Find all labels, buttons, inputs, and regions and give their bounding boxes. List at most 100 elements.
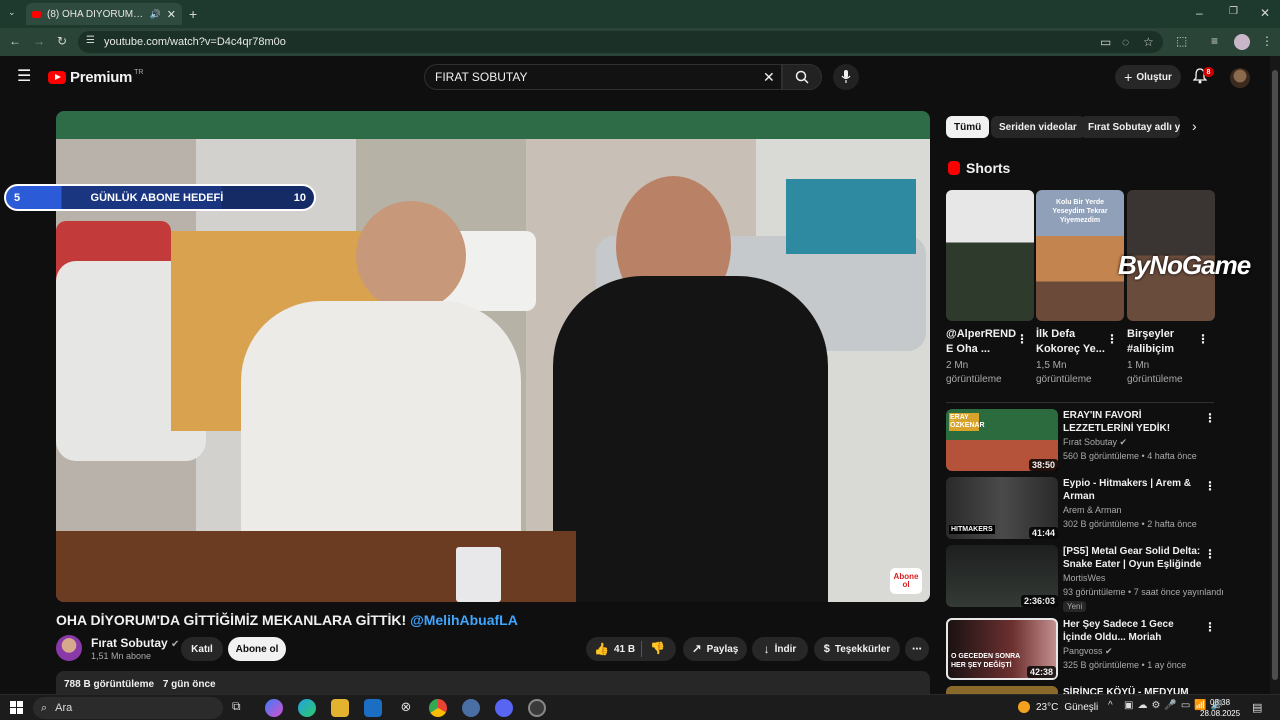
video-thumbnail[interactable]: O GECEDEN SONRA HER ŞEY DEĞİŞTİ 42:38 xyxy=(946,618,1058,680)
edge-icon[interactable] xyxy=(298,699,316,717)
recommended-video[interactable]: 2:36:03 [PS5] Metal Gear Solid Delta: Sn… xyxy=(946,545,1224,612)
tray-chevron-icon[interactable]: ^ xyxy=(1108,700,1113,711)
hamburger-menu-icon[interactable]: ☰ xyxy=(17,69,31,85)
taskbar-search[interactable]: ⌕ Ara xyxy=(33,697,223,719)
copilot-icon[interactable] xyxy=(265,699,283,717)
video-more-icon[interactable]: ⋮ xyxy=(1204,620,1216,634)
share-label: Paylaş xyxy=(706,643,739,655)
maximize-icon[interactable]: ❐ xyxy=(1229,7,1238,17)
back-arrow-icon[interactable]: ← xyxy=(9,35,21,47)
thanks-button[interactable]: $ Teşekkürler xyxy=(814,637,900,661)
download-button[interactable]: ↓ İndir xyxy=(752,637,808,661)
share-button[interactable]: ↗ Paylaş xyxy=(683,637,747,661)
video-thumbnail[interactable]: ERAY ÖZKENAR 38:50 xyxy=(946,409,1058,471)
short-title[interactable]: @AlperREND E Oha ... xyxy=(946,327,1018,357)
url-field[interactable]: ☰ youtube.com/watch?v=D4c4qr78m0o ▭ ◌ ☆ xyxy=(78,31,1163,53)
app-icon[interactable] xyxy=(462,699,480,717)
short-card[interactable]: @AlperREND E Oha ... 2 Mn görüntüleme ⋮ xyxy=(946,190,1034,385)
reload-icon[interactable]: ↻ xyxy=(57,35,67,47)
video-thumbnail[interactable]: 2:36:03 xyxy=(946,545,1058,607)
search-button[interactable] xyxy=(782,64,822,90)
chip-channel-uploads[interactable]: Fırat Sobutay adlı yük xyxy=(1080,116,1180,138)
channel-name[interactable]: Fırat Sobutay ✔ xyxy=(91,636,179,650)
taskbar-clock[interactable]: 08:38 28.08.2025 xyxy=(1200,697,1240,719)
tab-search-chevron-icon[interactable]: ⌄ xyxy=(8,8,16,17)
outlook-icon[interactable] xyxy=(364,699,382,717)
short-more-icon[interactable]: ⋮ xyxy=(1197,332,1209,346)
chip-all[interactable]: Tümü xyxy=(946,116,990,138)
short-card[interactable]: Kolu Bir Yerde Yeseydim Tekrar Yiyemezdi… xyxy=(1036,190,1124,385)
video-more-icon[interactable]: ⋮ xyxy=(1204,547,1216,561)
task-view-icon[interactable]: ⧉ xyxy=(232,699,250,717)
channel-name[interactable]: Pangvoss ✔ xyxy=(1063,646,1113,657)
forward-arrow-icon[interactable]: → xyxy=(33,35,45,47)
recommended-video[interactable]: HITMAKERS 41:44 Eypio - Hitmakers | Arem… xyxy=(946,477,1216,541)
video-title[interactable]: ERAY'IN FAVORİ LEZZETLERİNİ YEDİK! @eray… xyxy=(1063,409,1203,435)
join-button[interactable]: Katıl xyxy=(181,637,223,661)
video-more-icon[interactable]: ⋮ xyxy=(1204,479,1216,493)
channel-name[interactable]: MortisWes xyxy=(1063,573,1105,583)
short-thumbnail[interactable] xyxy=(946,190,1034,321)
profile-avatar[interactable] xyxy=(1234,34,1250,50)
like-icon[interactable]: 👍 xyxy=(594,642,609,656)
chip-series[interactable]: Seriden videolar xyxy=(991,116,1085,138)
channel-name[interactable]: Arem & Arman xyxy=(1063,505,1122,515)
chrome-icon[interactable] xyxy=(429,699,447,717)
video-title[interactable]: ŞİRİNCE KÖYÜ - MEDYUM ALEX xyxy=(1063,686,1203,694)
weather-widget[interactable]: 23°C Güneşli xyxy=(1018,701,1098,713)
recommended-video[interactable]: ERAY ÖZKENAR 38:50 ERAY'IN FAVORİ LEZZET… xyxy=(946,409,1216,473)
reading-list-icon[interactable]: ≡ xyxy=(1211,35,1218,47)
recommended-video[interactable]: ŞİRİNCE KÖYÜ - MEDYUM ALEX xyxy=(946,686,1216,694)
site-info-icon[interactable]: ☰ xyxy=(86,36,95,46)
file-explorer-icon[interactable] xyxy=(331,699,349,717)
short-title[interactable]: Birşeyler #alibiçim xyxy=(1127,327,1199,357)
subscribe-button[interactable]: Abone ol xyxy=(228,637,286,661)
video-thumbnail[interactable] xyxy=(946,686,1058,694)
video-title[interactable]: [PS5] Metal Gear Solid Delta: Snake Eate… xyxy=(1063,545,1203,571)
short-more-icon[interactable]: ⋮ xyxy=(1106,332,1118,346)
video-title: OHA DİYORUM'DA GİTTİĞİMİZ MEKANLARA GİTT… xyxy=(56,612,518,628)
video-title[interactable]: Her Şey Sadece 1 Gece İçinde Oldu... Mor… xyxy=(1063,618,1203,644)
create-button[interactable]: + Oluştur xyxy=(1115,65,1181,89)
cast-icon[interactable]: ▭ xyxy=(1100,36,1111,48)
windows-start-icon[interactable] xyxy=(10,701,23,714)
channel-avatar[interactable] xyxy=(56,635,82,661)
like-count[interactable]: 41 B xyxy=(614,644,635,655)
search-input[interactable]: FIRAT SOBUTAY ✕ xyxy=(424,64,782,90)
window-close-icon[interactable]: ✕ xyxy=(1260,7,1270,19)
video-more-icon[interactable]: ⋮ xyxy=(1204,411,1216,425)
subscribe-watermark[interactable]: Abone ol xyxy=(890,568,922,594)
recommended-video[interactable]: O GECEDEN SONRA HER ŞEY DEĞİŞTİ 42:38 He… xyxy=(946,618,1216,682)
page-scrollbar[interactable] xyxy=(1270,56,1280,694)
video-title[interactable]: Eypio - Hitmakers | Arem & Arman xyxy=(1063,477,1203,503)
dislike-icon[interactable]: 👎 xyxy=(650,641,665,655)
minimize-icon[interactable]: – xyxy=(1196,7,1203,19)
bookmark-star-icon[interactable]: ☆ xyxy=(1143,36,1154,48)
voice-search-button[interactable] xyxy=(833,64,859,90)
notification-center-icon[interactable]: ▤ xyxy=(1252,701,1262,714)
new-tab-plus-icon[interactable]: + xyxy=(189,7,197,21)
tab-close-icon[interactable]: ✕ xyxy=(167,8,176,21)
extensions-icon[interactable]: ⬚ xyxy=(1176,35,1187,47)
browser-tab-youtube[interactable]: (8) OHA DİYORUM'DA GİTTİĞİMİZ 🔊 ✕ xyxy=(26,3,182,25)
clear-search-icon[interactable]: ✕ xyxy=(763,69,775,86)
video-thumbnail[interactable]: HITMAKERS 41:44 xyxy=(946,477,1058,539)
video-title-mention-link[interactable]: @MelihAbuafLA xyxy=(410,612,518,628)
more-actions-button[interactable]: ⋯ xyxy=(905,637,929,661)
browser-menu-icon[interactable]: ⋮ xyxy=(1261,35,1273,47)
xbox-icon[interactable]: ⊗ xyxy=(397,699,415,717)
active-app-icon[interactable] xyxy=(528,699,546,717)
video-title-text: OHA DİYORUM'DA GİTTİĞİMİZ MEKANLARA GİTT… xyxy=(56,612,407,628)
shorts-heading: Shorts xyxy=(948,160,1010,176)
account-avatar[interactable] xyxy=(1230,68,1250,88)
channel-name[interactable]: Fırat Sobutay ✔ xyxy=(1063,437,1127,448)
eye-off-icon[interactable]: ◌ xyxy=(1122,36,1129,48)
chevron-right-icon[interactable]: › xyxy=(1192,118,1197,134)
scrollbar-thumb[interactable] xyxy=(1272,70,1278,680)
speaker-icon[interactable]: 🔊 xyxy=(150,9,161,20)
short-title[interactable]: İlk Defa Kokoreç Ye... xyxy=(1036,327,1108,357)
discord-icon[interactable] xyxy=(495,699,513,717)
short-thumbnail[interactable]: Kolu Bir Yerde Yeseydim Tekrar Yiyemezdi… xyxy=(1036,190,1124,321)
short-more-icon[interactable]: ⋮ xyxy=(1016,332,1028,346)
youtube-premium-logo[interactable]: Premium TR xyxy=(48,69,143,86)
